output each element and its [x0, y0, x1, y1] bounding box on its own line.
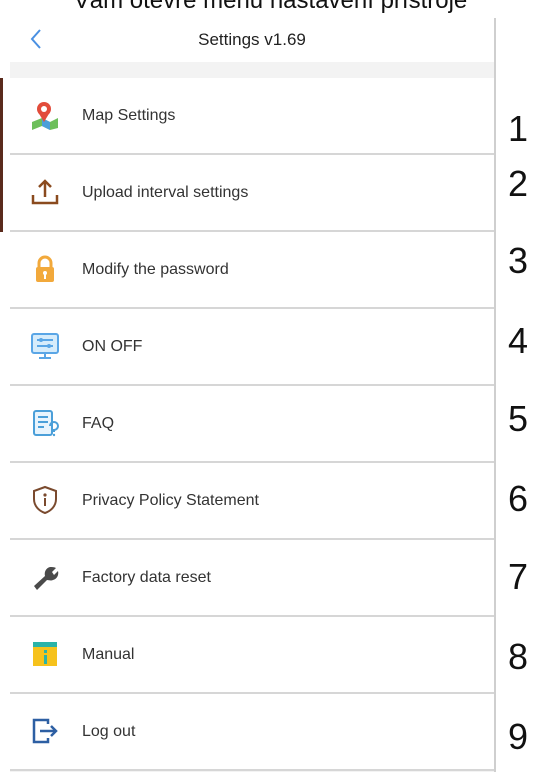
- menu-item-label: Modify the password: [82, 261, 229, 278]
- logout-icon: [32, 718, 58, 744]
- accent-bar: [0, 155, 3, 232]
- menu-item-log-out[interactable]: Log out: [10, 694, 494, 771]
- annotation-number: 6: [507, 478, 529, 519]
- accent-bar: [0, 78, 3, 155]
- menu-item-faq[interactable]: FAQ: [10, 386, 494, 463]
- settings-screen: Settings v1.69 Map Settings Upload inter…: [0, 18, 496, 772]
- menu-item-manual[interactable]: Manual: [10, 617, 494, 694]
- menu-item-privacy-policy[interactable]: Privacy Policy Statement: [10, 463, 494, 540]
- menu-item-label: Privacy Policy Statement: [82, 492, 259, 509]
- annotation-number: 5: [507, 398, 529, 439]
- monitor-toggle-icon: [31, 333, 59, 359]
- top-caption: Vám otevře menu nastavení přístroje: [73, 0, 468, 14]
- menu-item-label: ON OFF: [82, 338, 143, 355]
- annotation-number: 9: [507, 716, 529, 757]
- settings-menu: Map Settings Upload interval settings Mo…: [0, 78, 494, 771]
- menu-item-label: Factory data reset: [82, 569, 211, 586]
- menu-item-label: Log out: [82, 723, 136, 740]
- menu-item-factory-reset[interactable]: Factory data reset: [10, 540, 494, 617]
- menu-item-label: FAQ: [82, 415, 115, 432]
- faq-document-icon: [33, 410, 59, 437]
- menu-item-label: Upload interval settings: [82, 184, 249, 201]
- map-pin-icon: [32, 102, 58, 130]
- menu-item-on-off[interactable]: ON OFF: [10, 309, 494, 386]
- annotation-number: 8: [507, 636, 529, 677]
- menu-item-map-settings[interactable]: Map Settings: [0, 78, 494, 155]
- wrench-icon: [34, 567, 59, 590]
- header-bar: Settings v1.69: [10, 18, 494, 62]
- upload-icon: [31, 179, 59, 205]
- shield-info-icon: [33, 485, 57, 515]
- page-title: Settings v1.69: [198, 30, 306, 49]
- menu-item-modify-password[interactable]: Modify the password: [10, 232, 494, 309]
- annotation-number: 4: [507, 320, 529, 361]
- menu-item-label: Map Settings: [82, 107, 176, 124]
- annotation-number: 1: [507, 108, 529, 149]
- manual-book-icon: [33, 642, 57, 666]
- annotation-number: 2: [507, 163, 529, 204]
- annotation-number: 3: [507, 240, 529, 281]
- menu-item-label: Manual: [82, 646, 135, 663]
- menu-item-upload-interval[interactable]: Upload interval settings: [0, 155, 494, 232]
- annotation-number: 7: [507, 556, 529, 597]
- lock-icon: [36, 255, 54, 282]
